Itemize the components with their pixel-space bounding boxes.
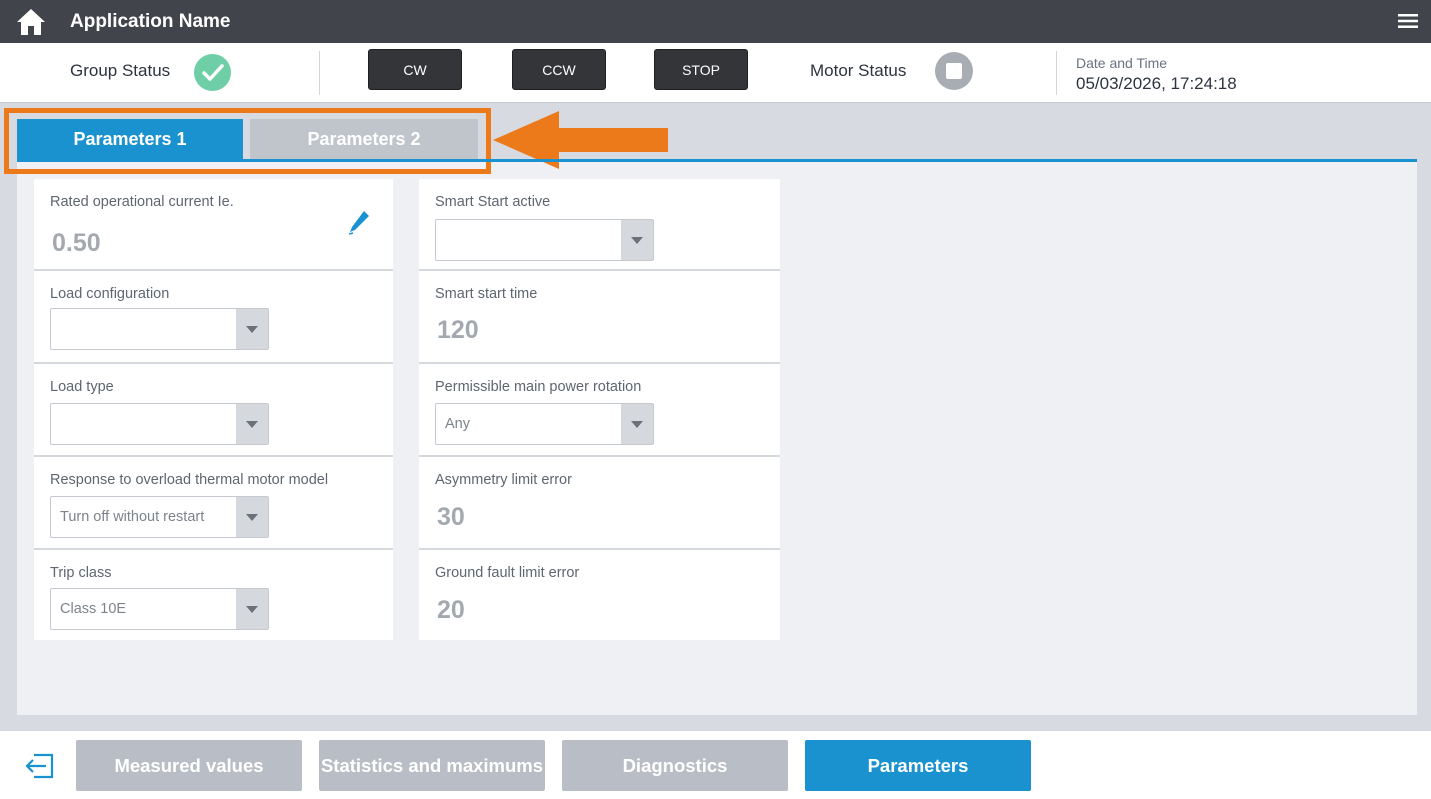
field-label: Load configuration (50, 286, 170, 302)
pencil-icon[interactable] (347, 209, 371, 237)
dropdown-button[interactable] (236, 497, 268, 537)
status-divider (1056, 51, 1057, 95)
select-value: Turn off without restart (60, 509, 205, 525)
stop-button[interactable]: STOP (654, 49, 748, 90)
datetime-value: 05/03/2026, 17:24:18 (1076, 74, 1237, 93)
smart-start-active-select[interactable] (435, 219, 654, 261)
field-power-rotation: Permissible main power rotation Any (419, 364, 780, 457)
chevron-down-icon (631, 236, 643, 244)
datetime-label: Date and Time (1076, 55, 1168, 71)
cw-button[interactable]: CW (368, 49, 462, 90)
load-configuration-select[interactable] (50, 308, 269, 350)
field-asymmetry-limit: Asymmetry limit error 30 (419, 457, 780, 550)
field-label: Asymmetry limit error (435, 472, 572, 488)
motor-status-indicator (935, 52, 973, 90)
dropdown-button[interactable] (621, 220, 653, 260)
nav-diagnostics[interactable]: Diagnostics (562, 740, 788, 791)
hamburger-menu-icon (1398, 14, 1418, 28)
home-icon (17, 8, 45, 35)
field-ground-fault-limit: Ground fault limit error 20 (419, 550, 780, 640)
select-value: Class 10E (60, 601, 127, 617)
dropdown-button[interactable] (621, 404, 653, 444)
field-load-configuration: Load configuration (34, 271, 393, 364)
field-smart-start-active: Smart Start active (419, 179, 780, 271)
field-label: Response to overload thermal motor model (50, 472, 329, 488)
dropdown-button[interactable] (236, 404, 268, 444)
field-label: Smart start time (435, 286, 538, 302)
rated-current-value: 0.50 (52, 229, 101, 257)
field-label: Rated operational current Ie. (50, 194, 234, 210)
dropdown-button[interactable] (236, 589, 268, 629)
exit-icon (25, 753, 54, 779)
field-overload-response: Response to overload thermal motor model… (34, 457, 393, 550)
power-rotation-select[interactable]: Any (435, 403, 654, 445)
select-value: Any (445, 416, 470, 432)
trip-class-select[interactable]: Class 10E (50, 588, 269, 630)
chevron-down-icon (631, 420, 643, 428)
field-trip-class: Trip class Class 10E (34, 550, 393, 640)
chevron-down-icon (246, 513, 258, 521)
nav-statistics[interactable]: Statistics and maximums (319, 740, 545, 791)
home-button[interactable] (0, 0, 62, 43)
field-label: Permissible main power rotation (435, 379, 642, 395)
status-bar: Group Status CW CCW STOP Motor Status Da… (0, 43, 1431, 103)
field-label: Smart Start active (435, 194, 551, 210)
footer-nav: Measured values Statistics and maximums … (0, 731, 1431, 799)
field-label: Trip class (50, 565, 112, 581)
field-load-type: Load type (34, 364, 393, 457)
asymmetry-limit-value[interactable]: 30 (437, 503, 465, 532)
group-status-label: Group Status (70, 61, 171, 80)
chevron-down-icon (246, 420, 258, 428)
app-header: Application Name (0, 0, 1431, 43)
tab-underline (17, 159, 1417, 162)
chevron-down-icon (246, 605, 258, 613)
dropdown-button[interactable] (236, 309, 268, 349)
field-label: Load type (50, 379, 114, 395)
parameter-panel-left: Rated operational current Ie. 0.50 Load … (34, 179, 393, 640)
overload-response-select[interactable]: Turn off without restart (50, 496, 269, 538)
app-title: Application Name (70, 10, 231, 32)
stop-square-icon (946, 63, 962, 79)
menu-button[interactable] (1395, 8, 1421, 34)
motor-status-label: Motor Status (810, 61, 907, 80)
nav-parameters[interactable]: Parameters (805, 740, 1031, 791)
tab-highlight-frame (4, 108, 491, 174)
field-rated-current: Rated operational current Ie. 0.50 (34, 179, 393, 271)
smart-start-time-value[interactable]: 120 (437, 316, 479, 345)
field-smart-start-time: Smart start time 120 (419, 271, 780, 364)
ground-fault-limit-value[interactable]: 20 (437, 596, 465, 625)
group-status-indicator (194, 54, 231, 91)
check-icon (201, 63, 224, 81)
ccw-button[interactable]: CCW (512, 49, 606, 90)
parameter-panel-right: Smart Start active Smart start time 120 … (419, 179, 780, 640)
status-divider (319, 51, 320, 95)
load-type-select[interactable] (50, 403, 269, 445)
exit-button[interactable] (24, 751, 56, 781)
nav-measured-values[interactable]: Measured values (76, 740, 302, 791)
field-label: Ground fault limit error (435, 565, 580, 581)
chevron-down-icon (246, 325, 258, 333)
